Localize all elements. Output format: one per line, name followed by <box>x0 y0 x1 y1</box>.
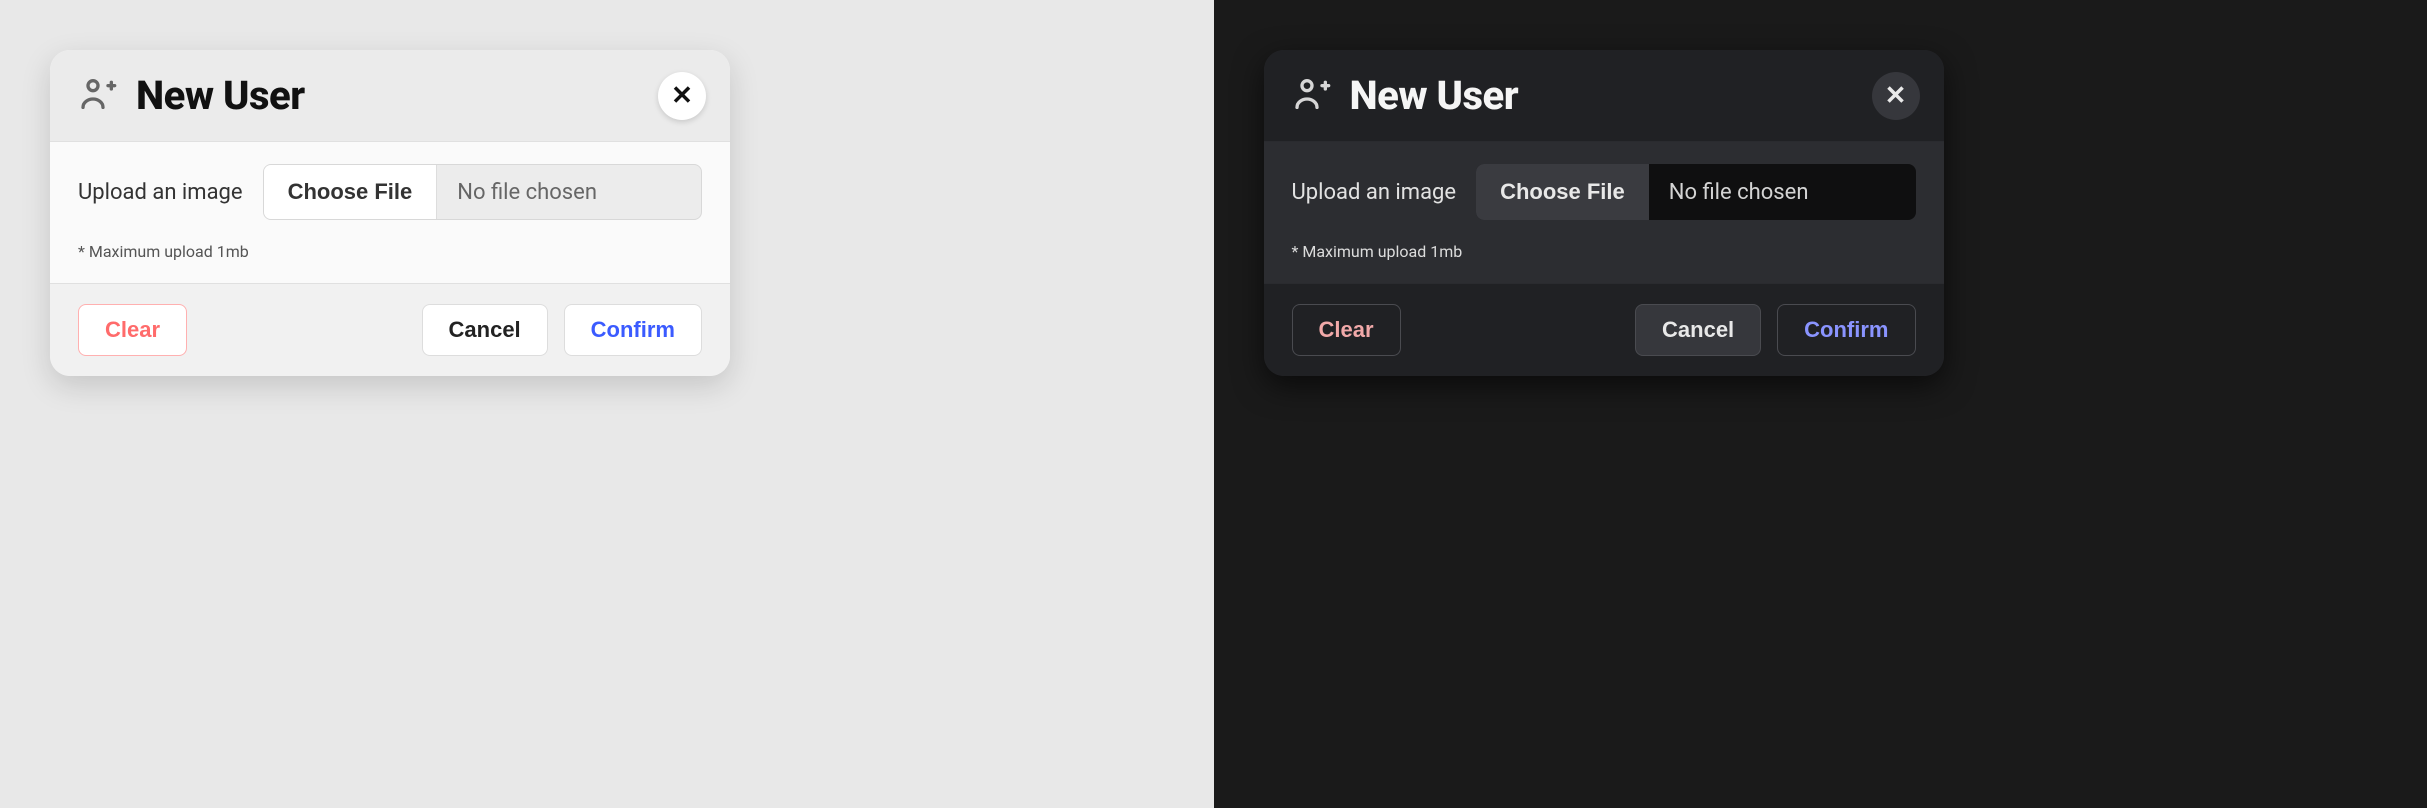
upload-row: Upload an image Choose File No file chos… <box>78 164 702 220</box>
upload-label: Upload an image <box>1292 180 1457 205</box>
card-title: New User <box>1350 72 1519 119</box>
cancel-button[interactable]: Cancel <box>422 304 548 356</box>
card-title: New User <box>136 72 305 119</box>
file-picker: Choose File No file chosen <box>1476 164 1915 220</box>
dark-theme-panel: New User ✕ Upload an image Choose File N… <box>1214 0 2427 808</box>
confirm-button[interactable]: Confirm <box>1777 304 1915 356</box>
light-theme-panel: New User ✕ Upload an image Choose File N… <box>0 0 1214 808</box>
file-picker: Choose File No file chosen <box>263 164 702 220</box>
upload-hint: * Maximum upload 1mb <box>1292 242 1916 261</box>
choose-file-button[interactable]: Choose File <box>1476 164 1649 220</box>
choose-file-button[interactable]: Choose File <box>264 165 438 219</box>
confirm-button[interactable]: Confirm <box>564 304 702 356</box>
upload-row: Upload an image Choose File No file chos… <box>1292 164 1916 220</box>
clear-button[interactable]: Clear <box>78 304 187 356</box>
close-icon: ✕ <box>1885 80 1907 111</box>
upload-hint: * Maximum upload 1mb <box>78 242 702 261</box>
add-user-icon <box>78 74 118 118</box>
close-button[interactable]: ✕ <box>658 72 706 120</box>
file-status-text: No file chosen <box>1649 164 1916 220</box>
new-user-card: New User ✕ Upload an image Choose File N… <box>50 50 730 376</box>
card-footer: Clear Cancel Confirm <box>50 283 730 376</box>
card-body: Upload an image Choose File No file chos… <box>1264 142 1944 283</box>
close-button[interactable]: ✕ <box>1872 72 1920 120</box>
add-user-icon <box>1292 74 1332 118</box>
upload-label: Upload an image <box>78 180 243 205</box>
file-status-text: No file chosen <box>437 165 701 219</box>
cancel-button[interactable]: Cancel <box>1635 304 1761 356</box>
clear-button[interactable]: Clear <box>1292 304 1401 356</box>
card-footer: Clear Cancel Confirm <box>1264 283 1944 376</box>
card-header: New User ✕ <box>1264 50 1944 142</box>
new-user-card: New User ✕ Upload an image Choose File N… <box>1264 50 1944 376</box>
card-header: New User ✕ <box>50 50 730 142</box>
card-body: Upload an image Choose File No file chos… <box>50 142 730 283</box>
close-icon: ✕ <box>671 80 693 111</box>
